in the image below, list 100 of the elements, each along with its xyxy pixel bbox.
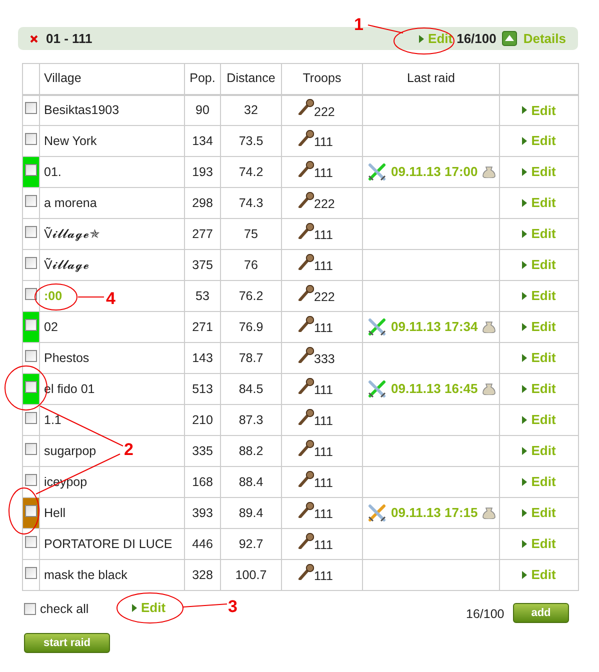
checkbox[interactable] [25,442,37,455]
table-cell: 92.7 [220,528,282,560]
arrow-icon [522,478,528,486]
checkbox[interactable] [25,566,37,579]
village-name[interactable]: Hell [44,506,66,520]
troop-count: 111 [314,444,334,462]
table-cell: 88.2 [220,436,282,466]
table-cell: 76 [220,250,282,280]
checkbox[interactable] [25,164,37,176]
edit-link[interactable]: Edit [132,598,166,618]
arrow-icon [522,199,528,207]
table-cell: 78.7 [220,342,282,374]
checkbox[interactable] [24,603,36,616]
club-icon [298,533,314,549]
arrow-icon [522,354,528,362]
table-cell: 375 [184,250,220,280]
arrow-icon [522,323,528,331]
checkbox[interactable] [25,536,37,548]
table-cell: 89.4 [220,498,282,528]
club-icon [298,347,314,363]
table-cell: 32 [220,94,282,126]
checkbox[interactable] [25,350,37,362]
leader-line [182,604,228,608]
details-link[interactable]: Details [523,28,566,48]
checkbox[interactable] [25,132,37,145]
add-button[interactable]: add [513,603,569,623]
list-title: 01 - 111 [46,30,92,48]
table-cell: 210 [184,404,220,436]
collapse-icon[interactable] [502,31,518,46]
checkbox[interactable] [25,226,37,238]
club-icon [298,285,314,301]
loot-bag-icon [482,507,496,519]
crossed-swords-icon [367,162,387,182]
table-cell: 73.5 [220,126,282,156]
club-icon [298,564,314,580]
village-name[interactable]: New York [44,134,97,148]
table-cell: 76.9 [220,312,282,342]
troop-count: 111 [314,320,334,338]
checkbox[interactable] [25,318,37,331]
village-name[interactable]: a morena [44,196,97,210]
loot-bag-icon [482,166,496,178]
arrow-icon [522,168,528,176]
club-icon [298,378,314,394]
troop-count: 222 [314,196,335,214]
club-icon [298,254,314,270]
checkbox[interactable] [25,288,37,300]
annotation-circle [116,592,184,624]
check-all-label[interactable]: check all [40,600,89,619]
checkbox[interactable] [25,474,37,486]
village-count: 16/100 [466,606,504,623]
annotation-number: 2 [124,439,134,461]
club-icon [298,409,314,425]
club-icon [298,471,314,487]
troop-count: 111 [314,537,334,554]
loot-bag-icon [482,321,496,333]
troop-count: 222 [314,289,335,306]
village-name[interactable]: 1.1 [44,412,62,427]
start-raid-button[interactable]: start raid [24,633,110,653]
table-cell: 75 [220,218,282,250]
club-icon [298,161,314,177]
table-cell: 335 [184,436,220,466]
checkbox[interactable] [25,256,37,269]
crossed-swords-icon [367,503,387,523]
close-icon[interactable] [30,34,38,42]
table-cell: 328 [184,560,220,590]
checkbox[interactable] [25,102,37,114]
leader-line [368,24,404,34]
arrow-icon [522,292,528,300]
annotation-number: 4 [106,288,116,310]
village-name[interactable]: 02 [44,320,58,334]
village-name[interactable]: 01. [44,164,62,179]
crossed-swords-icon [367,379,387,399]
troop-count: 111 [314,506,334,524]
village-name[interactable]: Ṽ𝓲𝓵𝓵𝓪𝓰𝓮✯ [44,226,100,241]
troop-count: 222 [314,104,335,120]
edit-link[interactable]: Edit [419,28,453,48]
club-icon [298,502,314,518]
village-count: 16/100 [456,30,496,48]
village-name[interactable]: Ṽ𝓲𝓵𝓵𝓪𝓰𝓮 [44,258,90,272]
checkbox[interactable] [25,504,37,517]
village-name[interactable]: Phestos [44,350,90,365]
loot-bag-icon [482,383,496,395]
checkbox[interactable] [25,412,37,424]
club-icon [298,316,314,332]
village-link[interactable]: :00 [44,288,62,303]
table-cell: 74.3 [220,188,282,218]
checkbox[interactable] [25,194,37,207]
column-header: Village [40,64,184,94]
troop-count: 111 [314,227,334,244]
village-name[interactable]: sugarpop [44,444,96,458]
troop-count: 111 [314,134,334,152]
club-icon [298,440,314,456]
arrow-icon [132,604,137,612]
checkbox[interactable] [25,380,37,393]
arrow-icon [419,34,424,42]
table-cell: 74.2 [220,156,282,188]
table-cell: 100.7 [220,560,282,590]
table-cell: 271 [184,312,220,342]
table-cell: 143 [184,342,220,374]
column-header: Distance [220,64,282,94]
